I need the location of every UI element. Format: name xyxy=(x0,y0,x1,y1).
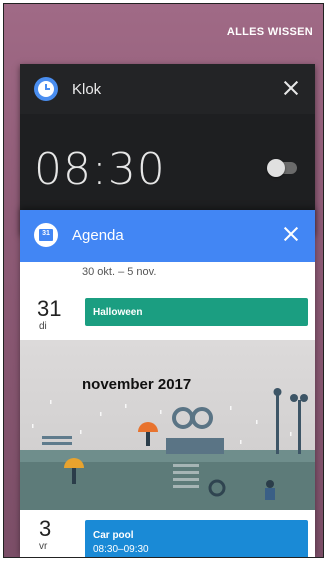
alarm-toggle[interactable] xyxy=(267,159,297,177)
event-title: Halloween xyxy=(93,307,143,318)
card-header: 31 Agenda xyxy=(20,210,315,262)
card-header: Klok xyxy=(20,64,315,114)
event-car-pool[interactable]: Car pool 08:30–09:30 xyxy=(85,520,308,557)
recents-screen: ALLES WISSEN Klok 08:30 31 Agenda 30 okt… xyxy=(4,4,323,557)
calendar-icon-day: 31 xyxy=(42,230,50,237)
clock-icon xyxy=(34,77,58,101)
day-number: 3 xyxy=(39,516,52,541)
calendar-icon: 31 xyxy=(34,223,58,247)
clear-all-button[interactable]: ALLES WISSEN xyxy=(227,26,313,38)
alarm-time: 08:30 xyxy=(34,144,166,195)
day-name: vr xyxy=(39,541,48,552)
day-name: di xyxy=(39,321,47,332)
close-icon[interactable] xyxy=(279,222,303,246)
event-time: 08:30–09:30 xyxy=(93,544,149,555)
month-label: november 2017 xyxy=(82,376,192,393)
event-title: Car pool xyxy=(93,530,134,541)
day-number: 31 xyxy=(37,296,62,321)
recent-app-card-clock[interactable]: Klok 08:30 xyxy=(20,64,315,234)
app-title: Agenda xyxy=(72,227,124,244)
close-icon[interactable] xyxy=(279,76,303,100)
event-halloween[interactable]: Halloween xyxy=(85,298,308,326)
week-range: 30 okt. – 5 nov. xyxy=(82,266,157,278)
rainy-park-illustration xyxy=(20,388,315,510)
month-banner-illustration: november 2017 xyxy=(20,340,315,510)
recent-app-card-agenda[interactable]: 31 Agenda 30 okt. – 5 nov. 31 di Hallowe… xyxy=(20,210,315,557)
app-title: Klok xyxy=(72,81,102,98)
